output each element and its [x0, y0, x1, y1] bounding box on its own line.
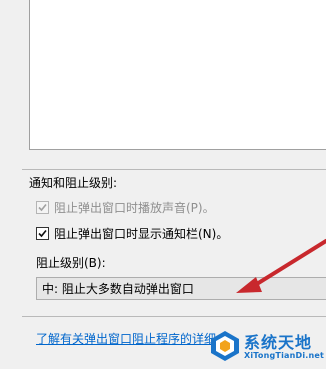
blocking-level-select[interactable]: 中: 阻止大多数自动弹出窗口: [36, 277, 326, 300]
play-sound-label: 阻止弹出窗口时播放声音(P)。: [54, 200, 215, 215]
watermark-subtitle: XiTongTianDi.net: [244, 351, 325, 360]
watermark-logo-icon: [211, 331, 239, 361]
watermark: 系统天地 XiTongTianDi.net: [208, 329, 324, 369]
exceptions-list[interactable]: [29, 0, 326, 150]
learn-more-link[interactable]: 了解有关弹出窗口阻止程序的详细信息: [36, 330, 216, 347]
checkmark-icon: [38, 229, 47, 237]
watermark-title: 系统天地: [244, 333, 313, 352]
divider: [22, 316, 326, 317]
blocking-level-label: 阻止级别(B):: [36, 256, 106, 270]
show-info-bar-label: 阻止弹出窗口时显示通知栏(N)。: [54, 226, 229, 241]
play-sound-option: 阻止弹出窗口时播放声音(P)。: [36, 199, 215, 215]
section-label: 通知和阻止级别:: [29, 176, 118, 190]
divider: [22, 169, 326, 170]
show-info-bar-checkbox[interactable]: [36, 226, 49, 240]
show-info-bar-option: 阻止弹出窗口时显示通知栏(N)。: [36, 225, 228, 241]
checkmark-icon: [38, 203, 47, 211]
play-sound-checkbox[interactable]: [36, 200, 49, 214]
blocking-level-value: 中: 阻止大多数自动弹出窗口: [42, 282, 194, 296]
